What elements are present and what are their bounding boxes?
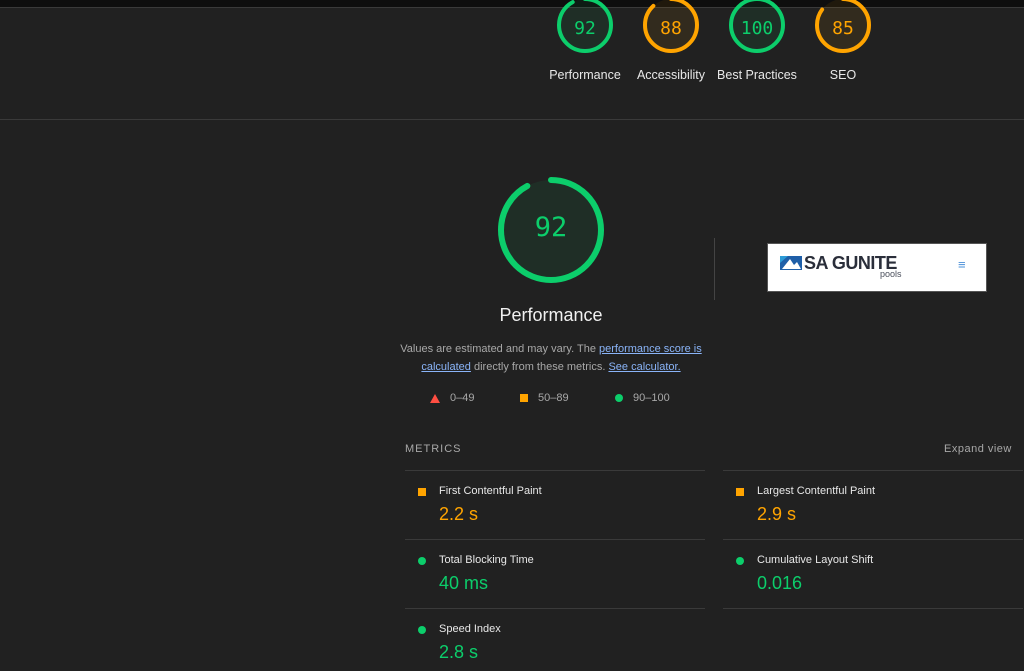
legend-average: 50–89	[520, 390, 569, 406]
metric-value: 2.9 s	[757, 504, 797, 524]
metric-value: 2.8 s	[439, 642, 479, 662]
metric-value: 40 ms	[439, 573, 489, 593]
desc-text: Values are estimated and may vary. The	[400, 343, 599, 355]
score-label: Accessibility	[636, 68, 706, 82]
desc-text: directly from these metrics.	[470, 361, 609, 373]
legend-fail: 0–49	[430, 390, 474, 406]
circle-icon	[418, 626, 426, 634]
performance-score: 92	[534, 212, 568, 243]
square-icon	[418, 488, 426, 496]
metric-divider	[723, 608, 1023, 609]
header-divider	[0, 119, 1024, 120]
page-screenshot-thumbnail[interactable]: SA GUNITE pools ≡	[767, 243, 987, 292]
see-calculator-link[interactable]: See calculator.	[608, 361, 680, 373]
metric-name: Speed Index	[439, 623, 501, 635]
score-value: 85	[832, 18, 854, 39]
metric-name: Cumulative Layout Shift	[757, 554, 874, 566]
hamburger-icon: ≡	[958, 257, 966, 272]
score-label: Best Practices	[717, 68, 797, 82]
metric-divider	[405, 608, 705, 609]
legend-label: 0–49	[450, 392, 475, 404]
metric-name: First Contentful Paint	[439, 485, 542, 497]
metric-name: Largest Contentful Paint	[757, 485, 876, 497]
metric-value: 0.016	[757, 573, 803, 593]
metric-divider	[723, 539, 1023, 540]
circle-icon	[736, 557, 744, 565]
score-legend: 0–49 50–89 90–100	[0, 390, 1024, 406]
score-label: SEO	[829, 68, 857, 82]
square-icon	[520, 394, 528, 403]
metric-divider	[405, 470, 705, 471]
expand-view-button[interactable]: Expand view	[944, 443, 1012, 455]
metric-speed-index: Speed Index 2.8 s	[405, 611, 695, 671]
metric-largest-contentful-paint: Largest Contentful Paint 2.9 s	[723, 473, 1013, 533]
performance-title: Performance	[499, 305, 603, 325]
metric-divider	[723, 470, 1023, 471]
triangle-icon	[430, 393, 440, 403]
circle-icon	[615, 394, 623, 403]
metric-divider	[405, 539, 705, 540]
metric-value: 2.2 s	[439, 504, 479, 524]
legend-label: 90–100	[633, 392, 670, 404]
metric-cumulative-layout-shift: Cumulative Layout Shift 0.016	[723, 542, 1013, 602]
square-icon	[736, 488, 744, 496]
metrics-heading: METRICS	[405, 443, 462, 455]
metric-name: Total Blocking Time	[439, 554, 534, 566]
logo-mark-icon	[780, 256, 802, 270]
score-value: 92	[574, 18, 596, 39]
performance-description: Values are estimated and may vary. The p…	[400, 340, 702, 376]
category-scores: 92 Performance 88 Accessibility 100 Best…	[0, 0, 1024, 120]
score-value: 100	[740, 18, 774, 39]
logo-subtext: pools	[880, 269, 902, 279]
vertical-divider	[714, 238, 715, 300]
metric-first-contentful-paint: First Contentful Paint 2.2 s	[405, 473, 695, 533]
legend-pass: 90–100	[615, 390, 670, 406]
score-value: 88	[660, 18, 682, 39]
metric-total-blocking-time: Total Blocking Time 40 ms	[405, 542, 695, 602]
circle-icon	[418, 557, 426, 565]
legend-label: 50–89	[538, 392, 569, 404]
